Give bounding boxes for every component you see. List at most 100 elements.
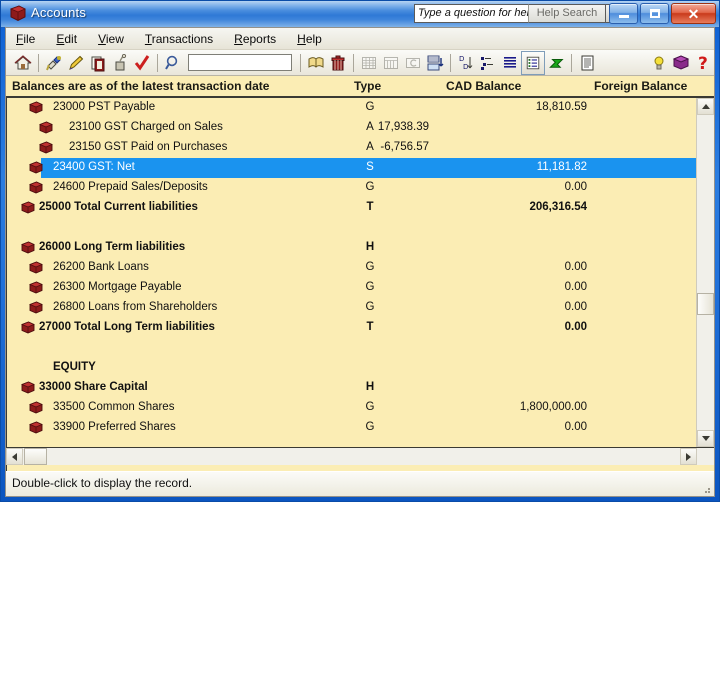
window-controls: ✕ xyxy=(609,3,716,24)
row-account-name: 33000 Share Capital xyxy=(39,381,148,393)
calendar-grid-icon xyxy=(380,52,402,74)
remove-icon[interactable] xyxy=(109,52,131,74)
row-cad-balance: 0.00 xyxy=(564,281,587,293)
report-page-icon[interactable] xyxy=(576,52,598,74)
table-row[interactable]: 33900 Preferred Shares G 0.00 xyxy=(7,418,697,438)
scrollbar-corner xyxy=(697,448,714,465)
help-question-icon[interactable]: ? xyxy=(692,52,714,74)
row-cad-balance: 11,181.82 xyxy=(536,161,587,173)
sort-descending-icon[interactable] xyxy=(477,52,499,74)
scroll-right-button[interactable] xyxy=(680,448,697,465)
toolbar-separator xyxy=(38,53,39,72)
check-mark-icon[interactable] xyxy=(131,52,153,74)
vertical-scrollbar[interactable] xyxy=(696,98,714,447)
trash-icon[interactable] xyxy=(327,52,349,74)
column-header-type[interactable]: Type xyxy=(354,79,381,93)
table-row[interactable]: 33500 Common Shares G 1,800,000.00 xyxy=(7,398,697,418)
title-bar[interactable]: Accounts Type a question for help Help S… xyxy=(1,1,719,28)
toolbar-separator-5 xyxy=(450,53,451,72)
table-row[interactable]: 27000 Total Long Term liabilities T 0.00 xyxy=(7,318,697,338)
horizontal-scroll-thumb[interactable] xyxy=(24,448,47,465)
table-row[interactable]: 23100 GST Charged on Sales A 17,938.39 xyxy=(7,118,697,138)
table-row[interactable]: 26000 Long Term liabilities H xyxy=(7,238,697,258)
list-lines-icon[interactable] xyxy=(499,52,521,74)
table-row[interactable]: 33000 Share Capital H xyxy=(7,378,697,398)
row-account-type: H xyxy=(365,241,375,253)
toolbar-separator-6 xyxy=(571,53,572,72)
menu-reports-rest: eports xyxy=(242,31,277,46)
detail-list-icon[interactable] xyxy=(521,50,545,75)
search-input[interactable] xyxy=(188,54,292,71)
table-row[interactable]: 26200 Bank Loans G 0.00 xyxy=(7,258,697,278)
menu-item-view[interactable]: View xyxy=(96,31,126,47)
row-cad-balance: 17,938.39 xyxy=(377,121,429,133)
help-search-group[interactable]: Type a question for help Help Search xyxy=(414,4,621,23)
client-area: File Edit View Transactions Reports Help xyxy=(5,27,715,497)
toolbar-separator-3 xyxy=(300,53,301,72)
account-rows: 23000 PST Payable G 18,810.59 23100 GST Cha… xyxy=(7,98,697,447)
menu-item-transactions[interactable]: Transactions xyxy=(143,31,215,47)
help-question-input[interactable]: Type a question for help xyxy=(414,4,528,23)
history-icon xyxy=(402,52,424,74)
horizontal-scrollbar[interactable] xyxy=(6,447,714,465)
triangle-down-icon xyxy=(701,436,710,441)
menu-item-reports[interactable]: Reports xyxy=(232,31,278,47)
table-row[interactable]: 24600 Prepaid Sales/Deposits G 0.00 xyxy=(7,178,697,198)
help-search-button[interactable]: Help Search xyxy=(528,4,606,23)
minimize-button[interactable] xyxy=(609,3,638,24)
menu-help-rest: elp xyxy=(305,31,322,46)
maximize-icon xyxy=(649,9,660,18)
status-message: Double-click to display the record. xyxy=(12,476,193,490)
triangle-right-icon xyxy=(686,452,691,461)
table-row[interactable]: 26300 Mortgage Payable G 0.00 xyxy=(7,278,697,298)
minimize-icon xyxy=(618,15,629,18)
hint-bulb-icon[interactable] xyxy=(648,52,670,74)
edit-pencil-icon[interactable] xyxy=(65,52,87,74)
close-button[interactable]: ✕ xyxy=(671,3,716,24)
table-row[interactable]: 23000 PST Payable G 18,810.59 xyxy=(7,98,697,118)
sort-ascending-icon[interactable]: DD xyxy=(455,52,477,74)
table-row[interactable]: 26800 Loans from Shareholders G 0.00 xyxy=(7,298,697,318)
window-title: Accounts xyxy=(31,5,87,20)
open-book-icon[interactable] xyxy=(305,52,327,74)
book-icon xyxy=(21,381,35,394)
row-cad-balance: 0.00 xyxy=(564,301,587,313)
table-row[interactable]: EQUITY xyxy=(7,358,697,378)
home-icon[interactable] xyxy=(12,52,34,74)
column-header-foreign-balance[interactable]: Foreign Balance xyxy=(594,79,687,93)
resize-grip-icon[interactable] xyxy=(700,483,712,495)
menu-file-rest: ile xyxy=(23,31,36,46)
maximize-button[interactable] xyxy=(640,3,669,24)
help-book-icon[interactable] xyxy=(670,52,692,74)
refresh-arrow-icon[interactable] xyxy=(545,52,567,74)
scroll-left-button[interactable] xyxy=(6,448,23,465)
toolbar: DD ? xyxy=(6,50,714,76)
menu-item-file[interactable]: File xyxy=(14,31,37,47)
table-row[interactable] xyxy=(7,218,697,238)
row-cad-balance: -6,756.57 xyxy=(380,141,429,153)
menu-item-edit[interactable]: Edit xyxy=(54,31,79,47)
red-book-icon xyxy=(9,5,26,22)
scroll-up-button[interactable] xyxy=(697,98,714,115)
new-account-icon[interactable] xyxy=(43,52,65,74)
table-row[interactable]: 25000 Total Current liabilities T 206,316.… xyxy=(7,198,697,218)
duplicate-icon[interactable] xyxy=(87,52,109,74)
table-row[interactable]: 23150 GST Paid on Purchases A -6,756.57 xyxy=(7,138,697,158)
export-layout-icon[interactable] xyxy=(424,52,446,74)
menu-item-help[interactable]: Help xyxy=(295,31,324,47)
scroll-down-button[interactable] xyxy=(697,430,714,447)
row-cad-balance: 206,316.54 xyxy=(529,201,587,213)
triangle-up-icon xyxy=(701,104,710,109)
menu-transactions-rest: ransactions xyxy=(151,31,214,46)
row-account-type: H xyxy=(365,381,375,393)
search-magnifier-icon[interactable] xyxy=(162,52,184,74)
book-icon xyxy=(21,241,35,254)
table-row[interactable] xyxy=(7,338,697,358)
table-row[interactable]: 23400 GST: Net S 11,181.82 xyxy=(7,158,697,178)
column-header-cad-balance[interactable]: CAD Balance xyxy=(446,79,521,93)
svg-text:D: D xyxy=(463,63,468,71)
row-cad-balance: 18,810.59 xyxy=(535,101,587,113)
svg-text:D: D xyxy=(459,55,464,63)
column-header-description[interactable]: Balances are as of the latest transactio… xyxy=(12,79,269,93)
vertical-scroll-thumb[interactable] xyxy=(697,293,714,315)
